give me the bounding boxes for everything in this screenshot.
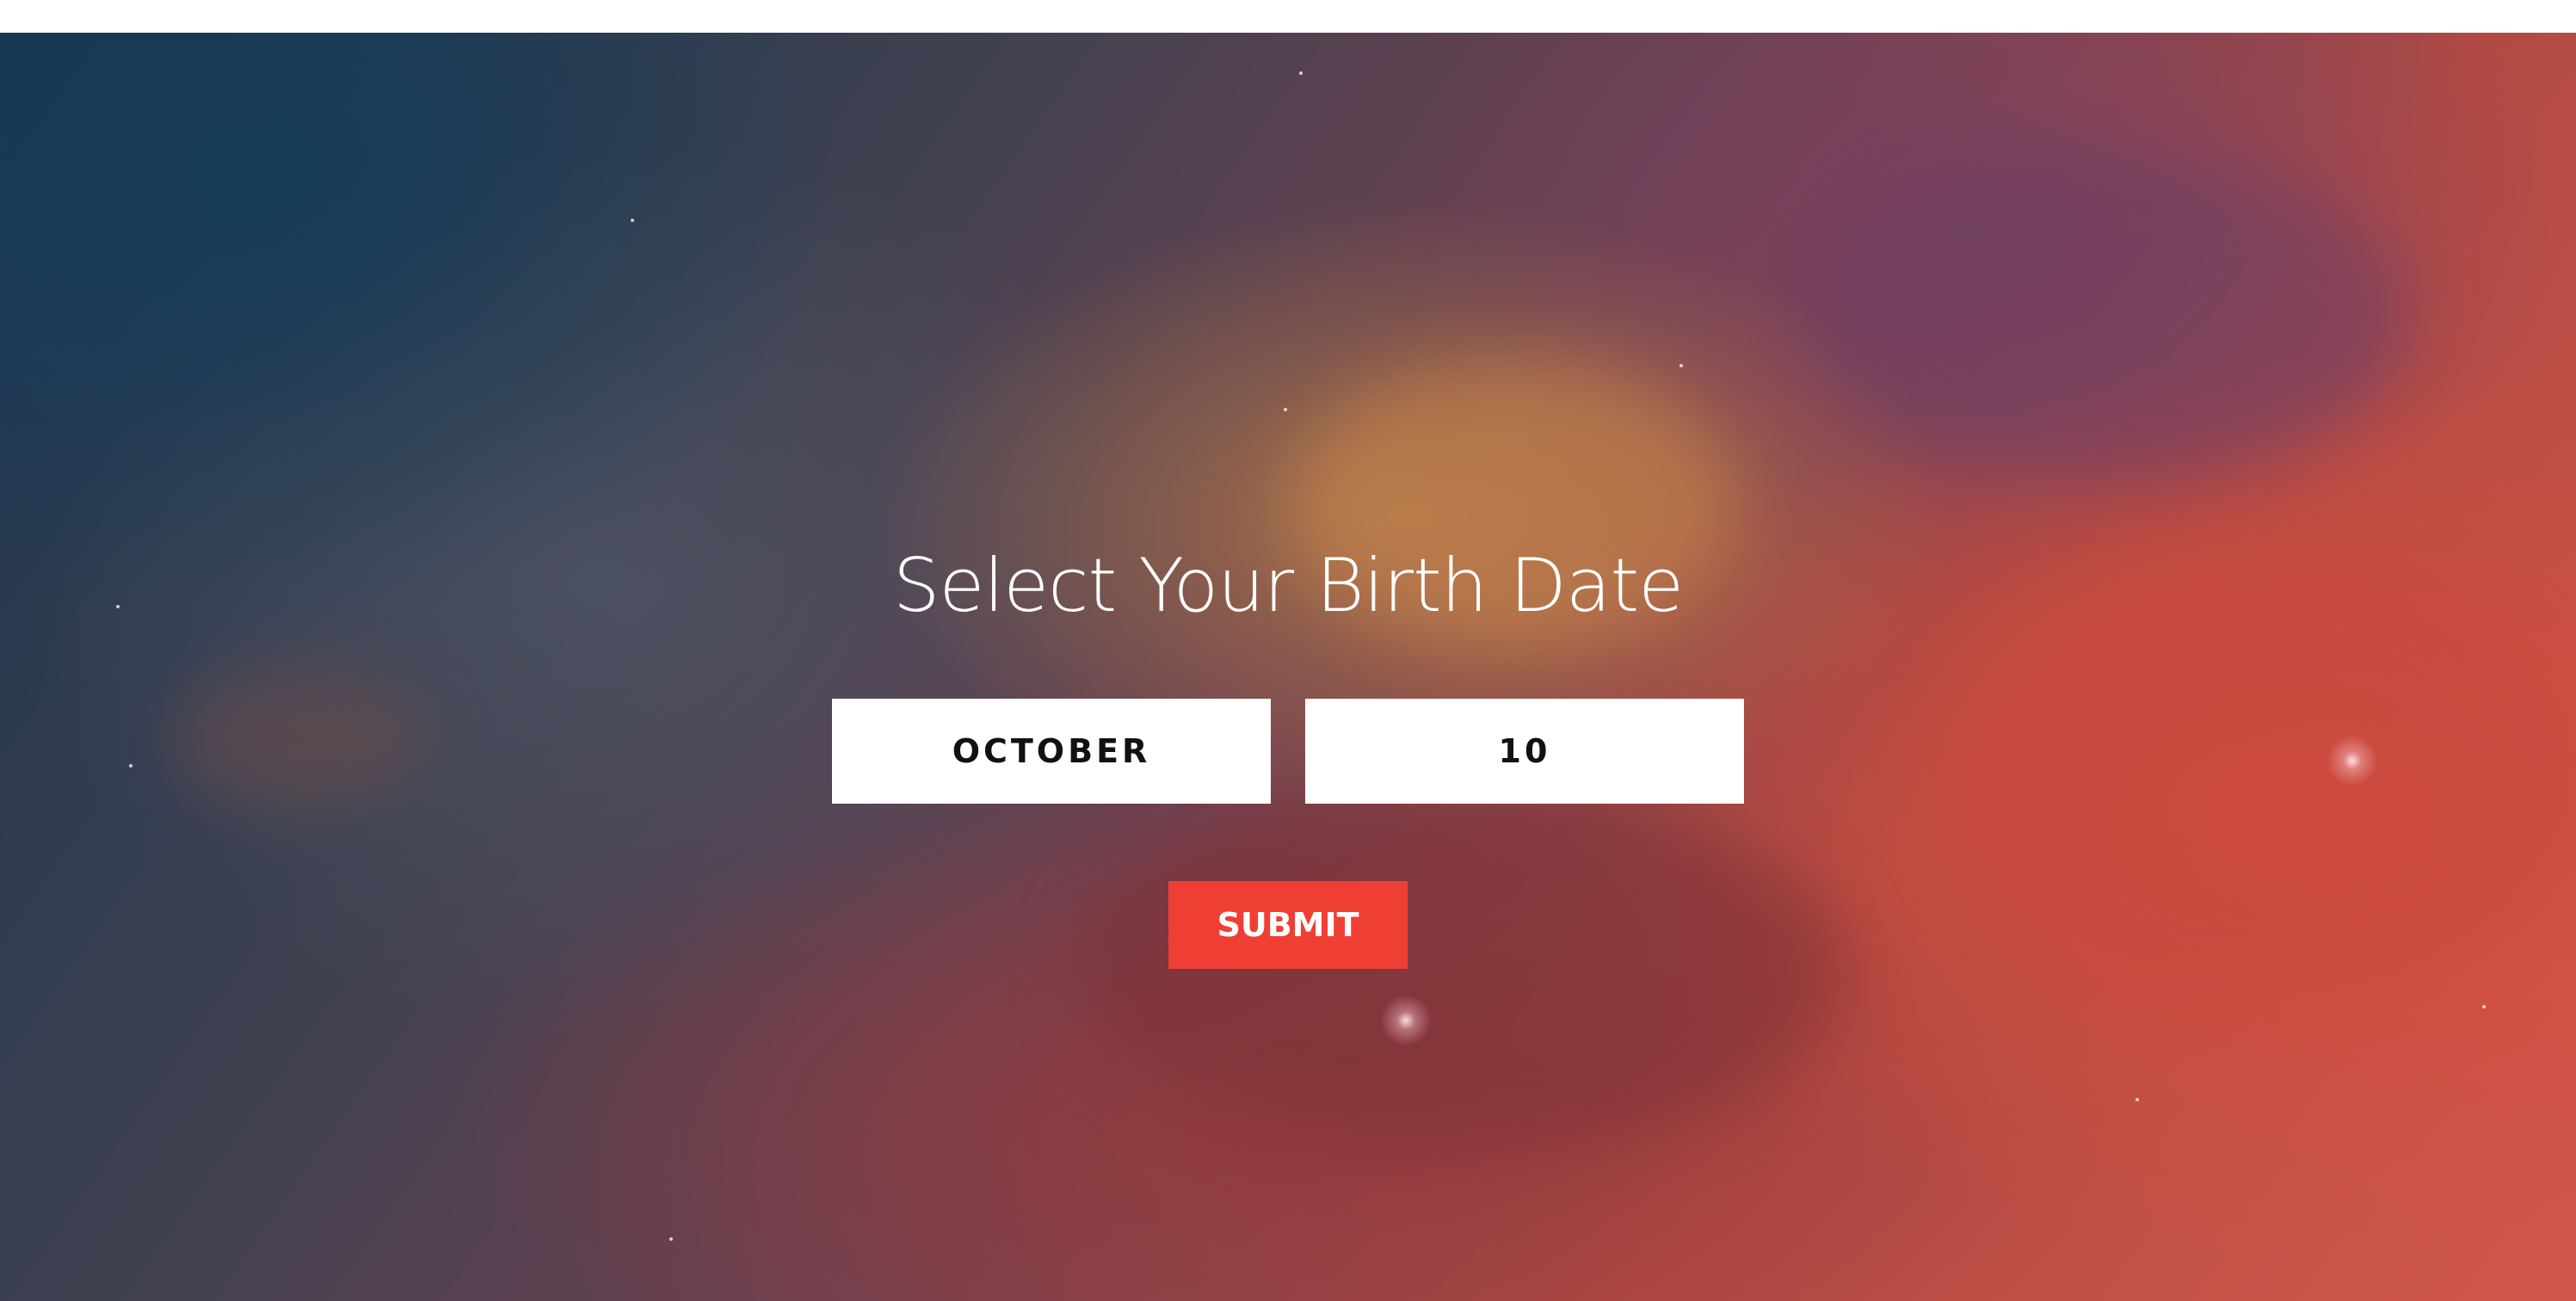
top-white-strip [0, 0, 2576, 33]
month-select[interactable]: OCTOBER [832, 699, 1271, 804]
page: Select Your Birth Date OCTOBER 10 SUBMIT [0, 0, 2576, 1301]
birth-date-form: Select Your Birth Date OCTOBER 10 SUBMIT [0, 33, 2576, 1301]
page-title: Select Your Birth Date [892, 543, 1684, 629]
submit-button[interactable]: SUBMIT [1168, 881, 1408, 969]
day-select[interactable]: 10 [1305, 699, 1744, 804]
